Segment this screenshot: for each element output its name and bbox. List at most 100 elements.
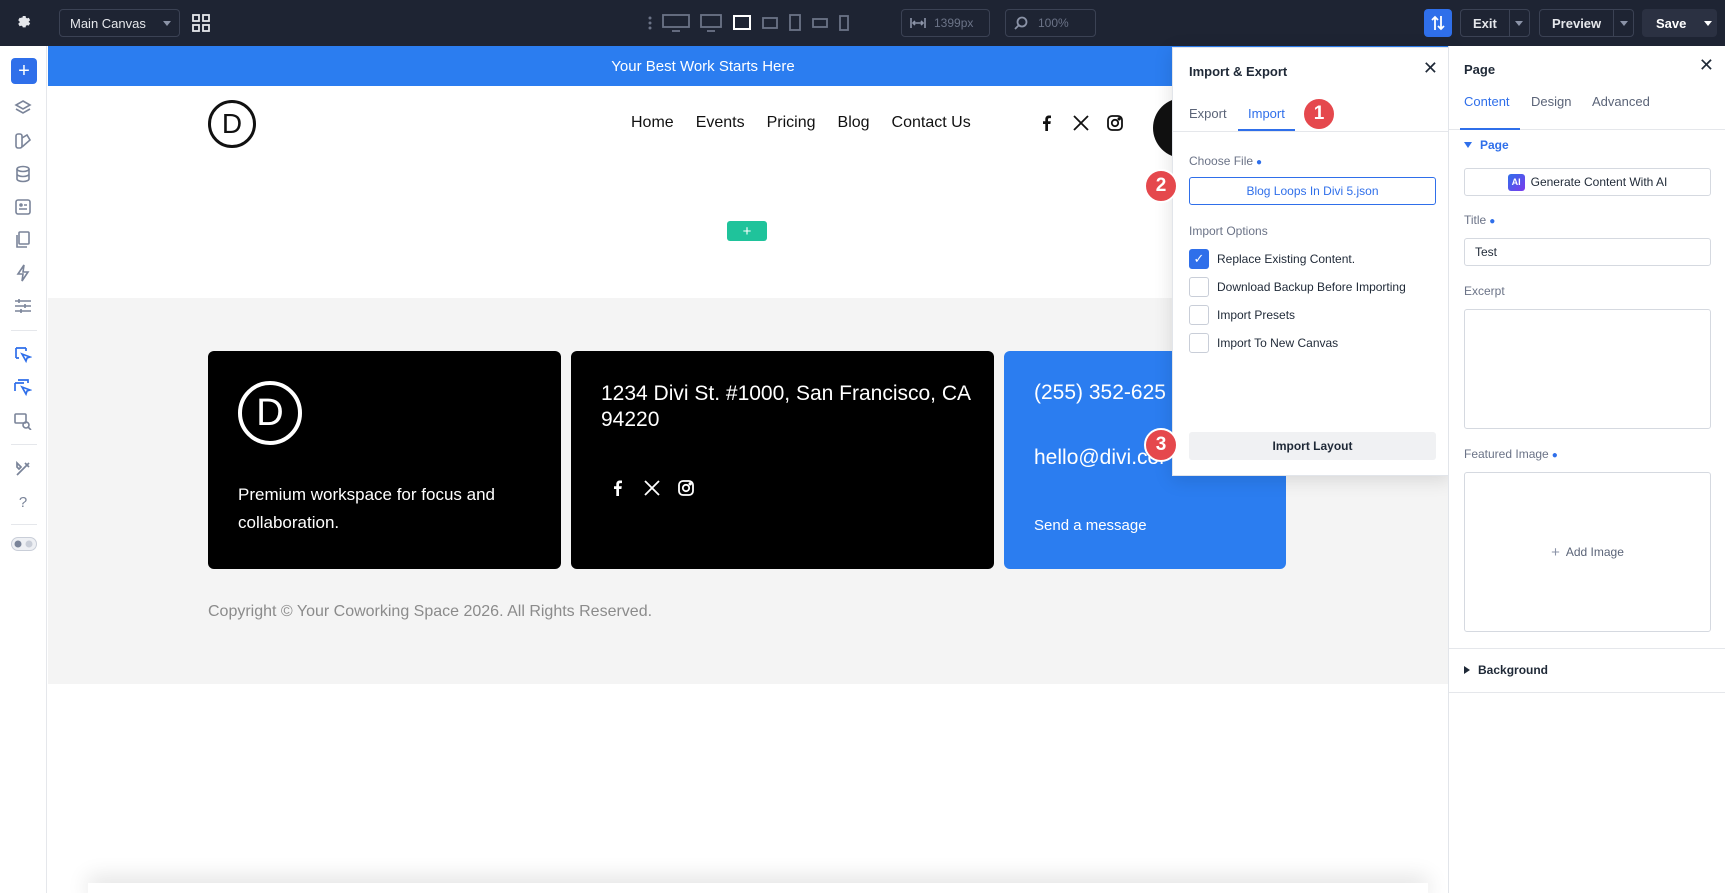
desktop-icon[interactable] xyxy=(700,14,722,32)
tab-design[interactable]: Design xyxy=(1531,94,1571,109)
checkbox-checked[interactable]: ✓ xyxy=(1189,249,1209,269)
exit-dropdown-button[interactable] xyxy=(1508,10,1529,36)
site-logo[interactable]: D xyxy=(208,100,256,148)
instagram-icon[interactable] xyxy=(677,479,695,497)
active-tab-indicator xyxy=(1238,129,1295,131)
layers-icon[interactable] xyxy=(13,98,33,118)
facebook-icon[interactable] xyxy=(609,479,627,497)
click-select-icon[interactable] xyxy=(13,345,33,365)
header-social-icons xyxy=(1038,114,1124,132)
x-twitter-icon[interactable] xyxy=(643,479,661,497)
footer-logo-letter: D xyxy=(256,391,284,434)
import-layout-button[interactable]: Import Layout xyxy=(1189,432,1436,460)
help-icon[interactable]: ? xyxy=(13,492,33,512)
mode-toggle-icon[interactable] xyxy=(11,534,37,554)
exit-label: Exit xyxy=(1473,15,1497,31)
tools-icon[interactable] xyxy=(13,459,33,479)
add-module-button[interactable]: + xyxy=(11,58,37,84)
save-dropdown-button[interactable] xyxy=(1698,20,1717,26)
copyright-text: Copyright © Your Coworking Space 2026. A… xyxy=(208,603,653,620)
nav-item-contact-us[interactable]: Contact Us xyxy=(892,114,971,132)
excerpt-textarea[interactable] xyxy=(1464,309,1711,429)
more-vertical-icon[interactable] xyxy=(648,15,652,31)
logo-letter: D xyxy=(221,108,243,139)
panel-title: Page xyxy=(1464,62,1496,77)
canvas-width-input[interactable]: 1399px xyxy=(901,9,990,37)
list-settings-icon[interactable] xyxy=(13,296,33,316)
generate-ai-button[interactable]: AI Generate Content With AI xyxy=(1464,168,1711,196)
import-options-label: Import Options xyxy=(1189,224,1268,238)
exit-button[interactable]: Exit xyxy=(1460,9,1530,37)
footer-tagline: Premium workspace for focus and collabor… xyxy=(238,485,495,532)
nav-item-pricing[interactable]: Pricing xyxy=(767,114,816,132)
page-settings-panel: Page ✕ Content Design Advanced Page AI G… xyxy=(1448,46,1725,893)
option-import-presets[interactable]: Import Presets xyxy=(1189,305,1295,325)
save-button[interactable]: Save xyxy=(1642,9,1717,37)
tab-export[interactable]: Export xyxy=(1189,106,1227,121)
tab-content[interactable]: Content xyxy=(1464,94,1510,109)
banner-text: Your Best Work Starts Here xyxy=(611,57,795,75)
active-tab-indicator xyxy=(1460,128,1520,130)
title-label: Title ● xyxy=(1464,213,1496,227)
panel-divider xyxy=(1449,692,1725,693)
x-twitter-icon[interactable] xyxy=(1072,114,1090,132)
checkbox[interactable] xyxy=(1189,333,1209,353)
phone-icon[interactable] xyxy=(838,14,850,32)
nav-item-home[interactable]: Home xyxy=(631,114,674,132)
canvas-select[interactable]: Main Canvas xyxy=(59,9,180,37)
title-label-text: Title xyxy=(1464,213,1487,227)
section-background-label: Background xyxy=(1478,663,1549,677)
import-export-toggle-button[interactable] xyxy=(1424,9,1452,37)
lightning-icon[interactable] xyxy=(13,263,33,283)
search-replace-icon[interactable] xyxy=(13,411,33,431)
send-message-link[interactable]: Send a message xyxy=(1034,517,1147,534)
instagram-icon[interactable] xyxy=(1106,114,1124,132)
nav-item-blog[interactable]: Blog xyxy=(838,114,870,132)
option-label: Import Presets xyxy=(1217,308,1296,322)
tab-import[interactable]: Import xyxy=(1248,106,1285,121)
add-row-button[interactable]: + xyxy=(727,221,767,241)
top-toolbar: Main Canvas 1399px 100% Exit Preview Sav… xyxy=(0,0,1725,46)
preview-button[interactable]: Preview xyxy=(1539,9,1635,37)
caret-down-icon xyxy=(1464,142,1472,148)
preview-label: Preview xyxy=(1552,15,1602,31)
variables-icon[interactable] xyxy=(13,197,33,217)
title-input[interactable]: Test xyxy=(1464,238,1711,266)
panel-divider xyxy=(1449,648,1725,649)
section-background-toggle[interactable]: Background xyxy=(1464,663,1548,677)
tab-advanced[interactable]: Advanced xyxy=(1592,94,1650,109)
section-page-toggle[interactable]: Page xyxy=(1464,138,1509,152)
chevron-down-icon xyxy=(1703,20,1712,26)
checkbox[interactable] xyxy=(1189,277,1209,297)
tablet-landscape-icon[interactable] xyxy=(762,15,778,31)
close-icon[interactable]: ✕ xyxy=(1423,58,1438,79)
option-import-new-canvas[interactable]: Import To New Canvas xyxy=(1189,333,1338,353)
tablet-icon[interactable] xyxy=(788,14,802,32)
chevron-down-icon xyxy=(1515,20,1524,26)
option-replace-existing[interactable]: ✓ Replace Existing Content. xyxy=(1189,249,1355,269)
close-icon[interactable]: ✕ xyxy=(1699,55,1714,76)
multi-select-icon[interactable] xyxy=(13,378,33,398)
widescreen-desktop-icon[interactable] xyxy=(662,14,690,32)
save-label: Save xyxy=(1656,15,1687,31)
featured-image-label-text: Featured Image xyxy=(1464,447,1549,461)
laptop-icon[interactable] xyxy=(732,14,752,32)
zoom-input[interactable]: 100% xyxy=(1005,9,1096,37)
checkbox[interactable] xyxy=(1189,305,1209,325)
add-image-dropzone[interactable]: + Add Image xyxy=(1464,472,1711,632)
preview-dropdown-button[interactable] xyxy=(1613,10,1633,36)
option-download-backup[interactable]: Download Backup Before Importing xyxy=(1189,277,1406,297)
nav-item-events[interactable]: Events xyxy=(696,114,745,132)
file-name: Blog Loops In Divi 5.json xyxy=(1246,184,1379,198)
section-page-label: Page xyxy=(1480,138,1509,152)
database-icon[interactable] xyxy=(13,164,33,184)
ai-icon: AI xyxy=(1507,173,1525,191)
grid-view-icon[interactable] xyxy=(191,13,211,33)
choose-file-button[interactable]: Blog Loops In Divi 5.json xyxy=(1189,177,1436,205)
settings-gear-icon[interactable] xyxy=(12,11,36,35)
footer-phone[interactable]: (255) 352-625 xyxy=(1034,381,1166,405)
phone-landscape-icon[interactable] xyxy=(812,17,828,29)
pages-icon[interactable] xyxy=(13,230,33,250)
facebook-icon[interactable] xyxy=(1038,114,1056,132)
theme-palette-icon[interactable] xyxy=(13,131,33,151)
